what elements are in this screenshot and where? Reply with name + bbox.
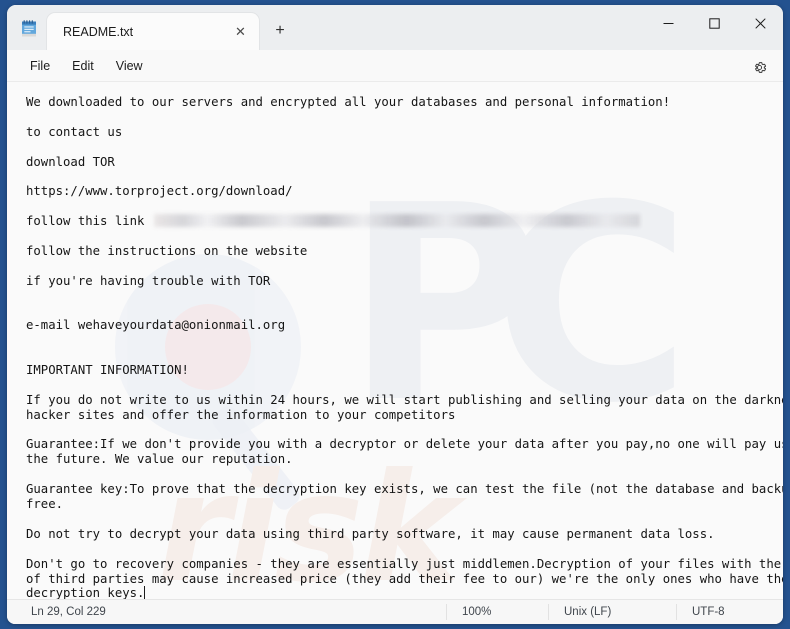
- text-caret: [144, 586, 146, 599]
- encoding[interactable]: UTF-8: [676, 604, 783, 620]
- document-line: https://www.torproject.org/download/: [26, 184, 783, 199]
- text-editor-area[interactable]: P C risk We downloaded to our servers an…: [7, 82, 783, 599]
- document-line: Do not try to decrypt your data using th…: [26, 527, 783, 542]
- document-line: hacker sites and offer the information t…: [26, 408, 783, 423]
- line-ending[interactable]: Unix (LF): [548, 604, 676, 620]
- document-text[interactable]: We downloaded to our servers and encrypt…: [7, 82, 783, 599]
- tab-strip: README.txt ✕ +: [47, 5, 297, 50]
- document-line: Guarantee:If we don't provide you with a…: [26, 437, 783, 452]
- line-text: of third parties may cause increased pri…: [26, 571, 783, 586]
- new-tab-button[interactable]: +: [263, 14, 297, 48]
- line-text: the future. We value our reputation.: [26, 452, 293, 467]
- document-line: free.: [26, 497, 783, 512]
- line-text: to contact us: [26, 124, 123, 139]
- line-text: free.: [26, 497, 64, 512]
- menu-file[interactable]: File: [19, 55, 61, 77]
- line-text: Guarantee:If we don't provide you with a…: [26, 437, 783, 452]
- notepad-icon: [18, 18, 40, 40]
- line-text: decryption keys.: [26, 586, 145, 599]
- line-text: e-mail wehaveyourdata@onionmail.org: [26, 318, 286, 333]
- menu-edit[interactable]: Edit: [61, 55, 105, 77]
- document-line: follow this link: [26, 214, 783, 229]
- menu-view[interactable]: View: [105, 55, 154, 77]
- line-text: https://www.torproject.org/download/: [26, 184, 293, 199]
- gear-icon[interactable]: [747, 55, 771, 79]
- redacted-link: [153, 214, 640, 228]
- menu-bar: File Edit View: [7, 50, 783, 82]
- line-text: if you're having trouble with TOR: [26, 273, 271, 288]
- line-text: Guarantee key:To prove that the decrypti…: [26, 482, 783, 497]
- close-window-button[interactable]: [737, 5, 783, 42]
- cursor-position: Ln 29, Col 229: [31, 606, 106, 618]
- line-text: Don't go to recovery companies - they ar…: [26, 556, 783, 571]
- line-text: We downloaded to our servers and encrypt…: [26, 95, 671, 109]
- document-line: Don't go to recovery companies - they ar…: [26, 557, 783, 572]
- document-line: IMPORTANT INFORMATION!: [26, 363, 783, 378]
- document-line: e-mail wehaveyourdata@onionmail.org: [26, 318, 783, 333]
- document-line: the future. We value our reputation.: [26, 452, 783, 467]
- document-line: to contact us: [26, 125, 783, 140]
- window-controls: [645, 5, 783, 42]
- minimize-button[interactable]: [645, 5, 691, 42]
- document-line: We downloaded to our servers and encrypt…: [26, 95, 783, 110]
- maximize-button[interactable]: [691, 5, 737, 42]
- document-line: if you're having trouble with TOR: [26, 274, 783, 289]
- line-text: Do not try to decrypt your data using th…: [26, 526, 715, 541]
- line-text: follow this link: [26, 214, 152, 229]
- tab-label: README.txt: [63, 24, 134, 39]
- line-text: follow the instructions on the website: [26, 243, 308, 258]
- status-bar: Ln 29, Col 229 100% Unix (LF) UTF-8: [7, 599, 783, 624]
- desktop-background: README.txt ✕ + File Edit View P C risk W…: [0, 0, 790, 629]
- document-line: decryption keys.: [26, 586, 783, 599]
- document-line: follow the instructions on the website: [26, 244, 783, 259]
- status-right-group: 100% Unix (LF) UTF-8: [446, 604, 783, 620]
- notepad-window: README.txt ✕ + File Edit View P C risk W…: [7, 5, 783, 624]
- tab-readme[interactable]: README.txt ✕: [47, 13, 259, 50]
- document-line: download TOR: [26, 155, 783, 170]
- title-bar: README.txt ✕ +: [7, 5, 783, 50]
- document-line: Guarantee key:To prove that the decrypti…: [26, 482, 783, 497]
- document-line: If you do not write to us within 24 hour…: [26, 393, 783, 408]
- line-text: IMPORTANT INFORMATION!: [26, 363, 189, 378]
- line-text: If you do not write to us within 24 hour…: [26, 392, 783, 407]
- zoom-level[interactable]: 100%: [446, 604, 548, 620]
- tab-close-icon[interactable]: ✕: [231, 22, 250, 41]
- document-line: of third parties may cause increased pri…: [26, 572, 783, 587]
- line-text: hacker sites and offer the information t…: [26, 407, 456, 422]
- line-text: download TOR: [26, 154, 115, 169]
